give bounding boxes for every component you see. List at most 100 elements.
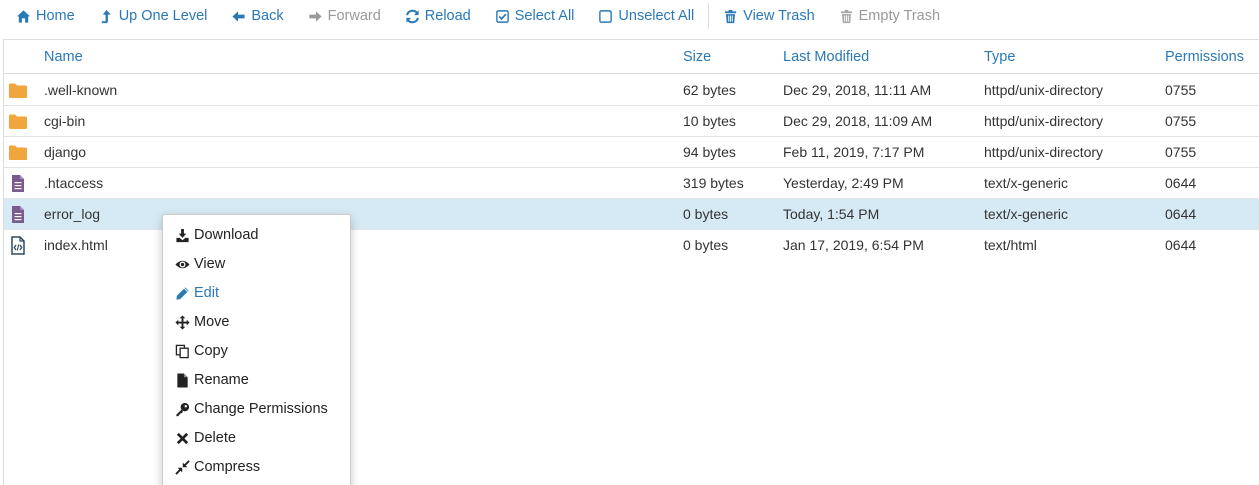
- change-permissions-label: Change Permissions: [194, 401, 328, 417]
- back-button[interactable]: Back: [231, 8, 284, 24]
- context-menu-item-delete[interactable]: Delete: [175, 427, 236, 449]
- view-label: View: [194, 256, 226, 272]
- reload-label: Reload: [424, 8, 471, 24]
- file-name: .htaccess: [44, 175, 104, 191]
- file-modified: Dec 29, 2018, 11:11 AM: [783, 82, 932, 98]
- download-label: Download: [194, 227, 259, 243]
- delete-label: Delete: [194, 430, 236, 446]
- type-column-header[interactable]: Type: [984, 49, 1015, 65]
- toolbar-divider: [708, 3, 710, 29]
- empty-trash-label: Empty Trash: [858, 8, 941, 24]
- trash-icon: [725, 9, 737, 23]
- folder-icon: [9, 145, 27, 160]
- file-type: httpd/unix-directory: [984, 113, 1104, 129]
- reload-button[interactable]: Reload: [405, 8, 471, 24]
- file-modified: Feb 11, 2019, 7:17 PM: [783, 144, 925, 160]
- file-icon: [177, 372, 188, 388]
- file-permissions: 0755: [1165, 113, 1197, 129]
- file-type: text/html: [984, 237, 1037, 253]
- copy-icon: [175, 344, 189, 358]
- file-size: 10 bytes: [683, 113, 736, 129]
- folder-icon: [9, 83, 27, 98]
- eye-icon: [175, 260, 190, 268]
- empty-trash-button[interactable]: Empty Trash: [839, 8, 940, 24]
- unselect-all-button[interactable]: Unselect All: [598, 8, 694, 24]
- file-type: httpd/unix-directory: [984, 144, 1104, 160]
- file-modified: Jan 17, 2019, 6:54 PM: [783, 237, 924, 253]
- download-icon: [176, 228, 189, 242]
- checkbox-checked-icon: [495, 9, 509, 23]
- context-menu-item-edit[interactable]: Edit: [175, 282, 219, 304]
- file-table-header: Name Size Last Modified Type Permissions: [4, 40, 1259, 74]
- forward-button[interactable]: Forward: [308, 8, 381, 24]
- compress-icon: [175, 459, 190, 475]
- file-size: 94 bytes: [683, 144, 736, 160]
- up-one-level-button[interactable]: Up One Level: [99, 8, 208, 24]
- back-label: Back: [251, 8, 284, 24]
- copy-label: Copy: [194, 343, 228, 359]
- text-file-icon: [12, 175, 24, 192]
- file-modified: Today, 1:54 PM: [783, 206, 880, 222]
- file-type: httpd/unix-directory: [984, 82, 1104, 98]
- file-size: 319 bytes: [683, 175, 744, 191]
- file-permissions: 0644: [1165, 206, 1197, 222]
- home-icon: [16, 9, 31, 23]
- move-label: Move: [194, 314, 230, 330]
- key-icon: [176, 402, 190, 416]
- edit-label: Edit: [194, 285, 219, 301]
- text-file-icon: [12, 206, 24, 223]
- trash-icon: [840, 9, 852, 23]
- file-type: text/x-generic: [984, 175, 1069, 191]
- file-size: 0 bytes: [683, 206, 729, 222]
- name-column-header[interactable]: Name: [44, 49, 83, 65]
- table-row[interactable]: .htaccess 319 bytes Yesterday, 2:49 PM t…: [4, 168, 1259, 199]
- unselect-all-label: Unselect All: [618, 8, 695, 24]
- context-menu-item-copy[interactable]: Copy: [175, 340, 228, 362]
- table-row[interactable]: django 94 bytes Feb 11, 2019, 7:17 PM ht…: [4, 137, 1259, 168]
- context-menu-item-move[interactable]: Move: [175, 311, 229, 333]
- select-all-button[interactable]: Select All: [495, 8, 575, 24]
- file-size: 62 bytes: [683, 82, 736, 98]
- compress-label: Compress: [194, 459, 261, 475]
- folder-icon: [9, 114, 27, 129]
- select-all-label: Select All: [514, 8, 575, 24]
- file-permissions: 0644: [1165, 237, 1197, 253]
- table-row[interactable]: cgi-bin 10 bytes Dec 29, 2018, 11:09 AM …: [4, 106, 1259, 137]
- forward-label: Forward: [327, 8, 381, 24]
- pencil-icon: [176, 286, 189, 300]
- refresh-icon: [405, 9, 419, 23]
- file-manager-toolbar: Home Up One Level Back Forward Reload Se…: [0, 0, 1259, 32]
- context-menu-item-change-permissions[interactable]: Change Permissions: [175, 398, 328, 420]
- arrow-right-icon: [309, 10, 322, 22]
- last-modified-column-header[interactable]: Last Modified: [783, 49, 869, 65]
- context-menu-item-rename[interactable]: Rename: [175, 369, 249, 391]
- file-name: .well-known: [44, 82, 118, 98]
- view-trash-label: View Trash: [743, 8, 815, 24]
- checkbox-empty-icon: [599, 9, 613, 23]
- file-modified: Dec 29, 2018, 11:09 AM: [783, 113, 933, 129]
- file-name: cgi-bin: [44, 113, 86, 129]
- level-up-icon: [101, 9, 111, 23]
- rename-label: Rename: [194, 372, 249, 388]
- up-one-level-label: Up One Level: [118, 8, 208, 24]
- file-name: index.html: [44, 237, 108, 253]
- context-menu-item-compress[interactable]: Compress: [175, 456, 260, 478]
- file-permissions: 0644: [1165, 175, 1197, 191]
- view-trash-button[interactable]: View Trash: [723, 8, 815, 24]
- home-button[interactable]: Home: [16, 8, 75, 24]
- arrow-left-icon: [232, 10, 245, 22]
- file-name: django: [44, 144, 87, 160]
- context-menu-item-download[interactable]: Download: [175, 224, 259, 246]
- file-size: 0 bytes: [683, 237, 729, 253]
- table-row[interactable]: .well-known 62 bytes Dec 29, 2018, 11:11…: [4, 75, 1259, 106]
- file-type: text/x-generic: [984, 206, 1069, 222]
- home-label: Home: [36, 8, 75, 24]
- move-arrows-icon: [175, 314, 190, 330]
- permissions-column-header[interactable]: Permissions: [1165, 49, 1244, 65]
- file-permissions: 0755: [1165, 82, 1197, 98]
- context-menu-item-view[interactable]: View: [175, 253, 225, 275]
- context-menu: Download View Edit Move Copy Rename Chan…: [162, 214, 351, 485]
- code-file-icon: [11, 236, 25, 255]
- size-column-header[interactable]: Size: [683, 49, 711, 65]
- file-permissions: 0755: [1165, 144, 1197, 160]
